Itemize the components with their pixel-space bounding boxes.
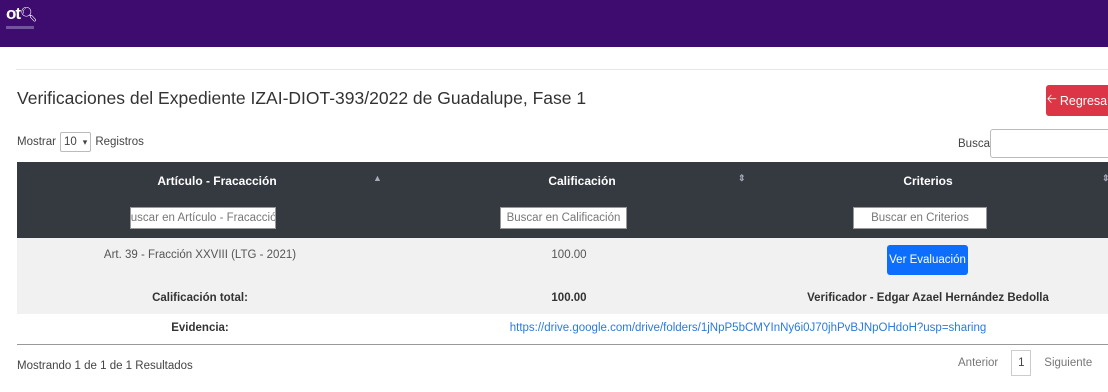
logo-text: ot [6,4,21,23]
site-logo[interactable]: ot🔍︎ [6,4,38,24]
column-header-articulo[interactable]: Artículo - Fracacción [157,174,276,188]
cell-calificacion: 100.00 [551,249,587,261]
length-value: 10 [63,136,77,148]
table-header: Artículo - Fracacción ▲ Calificación ⇕ C… [17,162,1108,200]
arrow-left-icon: 🡠 [1046,92,1057,106]
filter-row: Buscar en Artículo - Fracacción Buscar e… [17,200,1108,238]
search-logo-icon: 🔍︎ [20,6,38,22]
back-button[interactable]: 🡠 Regresar [1046,85,1108,116]
column-header-calificacion[interactable]: Calificación [548,174,615,188]
verifications-table: Artículo - Fracacción ▲ Calificación ⇕ C… [17,162,1108,345]
column-header-criterios[interactable]: Criterios [903,174,952,188]
sort-icon[interactable]: ⇕ [1102,173,1108,184]
total-label: Calificación total: [152,292,248,304]
cell-articulo: Art. 39 - Fracción XXVIII (LTG - 2021) [103,249,297,261]
total-value: 100.00 [551,292,587,304]
evidence-label: Evidencia: [171,322,229,334]
length-menu: Mostrar 10 ▾ Registros [17,132,144,152]
page-title: Verificaciones del Expediente IZAI-DIOT-… [17,88,587,108]
filter-input-criterios[interactable]: Buscar en Criterios [853,207,987,229]
view-evaluation-button[interactable]: Ver Evaluación [887,245,968,275]
evidence-link[interactable]: https://drive.google.com/drive/folders/1… [510,322,987,334]
filter-input-calificacion[interactable]: Buscar en Calificación [500,207,627,229]
length-select[interactable]: 10 ▾ [59,132,92,152]
length-prefix: Mostrar [17,136,56,148]
search-input[interactable] [990,129,1108,158]
sort-icon[interactable]: ⇕ [738,173,746,184]
pagination: Anterior 1 Siguiente [958,350,1092,376]
page-number-button[interactable]: 1 [1011,350,1032,376]
logo-tagline [6,26,34,29]
previous-page-button[interactable]: Anterior [958,357,998,369]
evidence-row: Evidencia: https://drive.google.com/driv… [17,314,1108,345]
top-navbar: ot🔍︎ [0,0,1108,47]
total-row: Calificación total: 100.00 Verificador -… [17,284,1108,314]
chevron-down-icon: ▾ [82,136,88,147]
divider [16,69,1108,70]
next-page-button[interactable]: Siguiente [1044,357,1092,369]
length-suffix: Registros [95,136,144,148]
table-row: Art. 39 - Fracción XXVIII (LTG - 2021) 1… [17,238,1108,284]
back-button-label: Regresar [1059,93,1108,108]
table-info: Mostrando 1 de 1 de 1 Resultados [17,360,193,372]
sort-asc-icon[interactable]: ▲ [373,173,382,183]
verifier-name: Verificador - Edgar Azael Hernández Bedo… [807,292,1049,304]
filter-input-articulo[interactable]: Buscar en Artículo - Fracacción [130,207,276,229]
